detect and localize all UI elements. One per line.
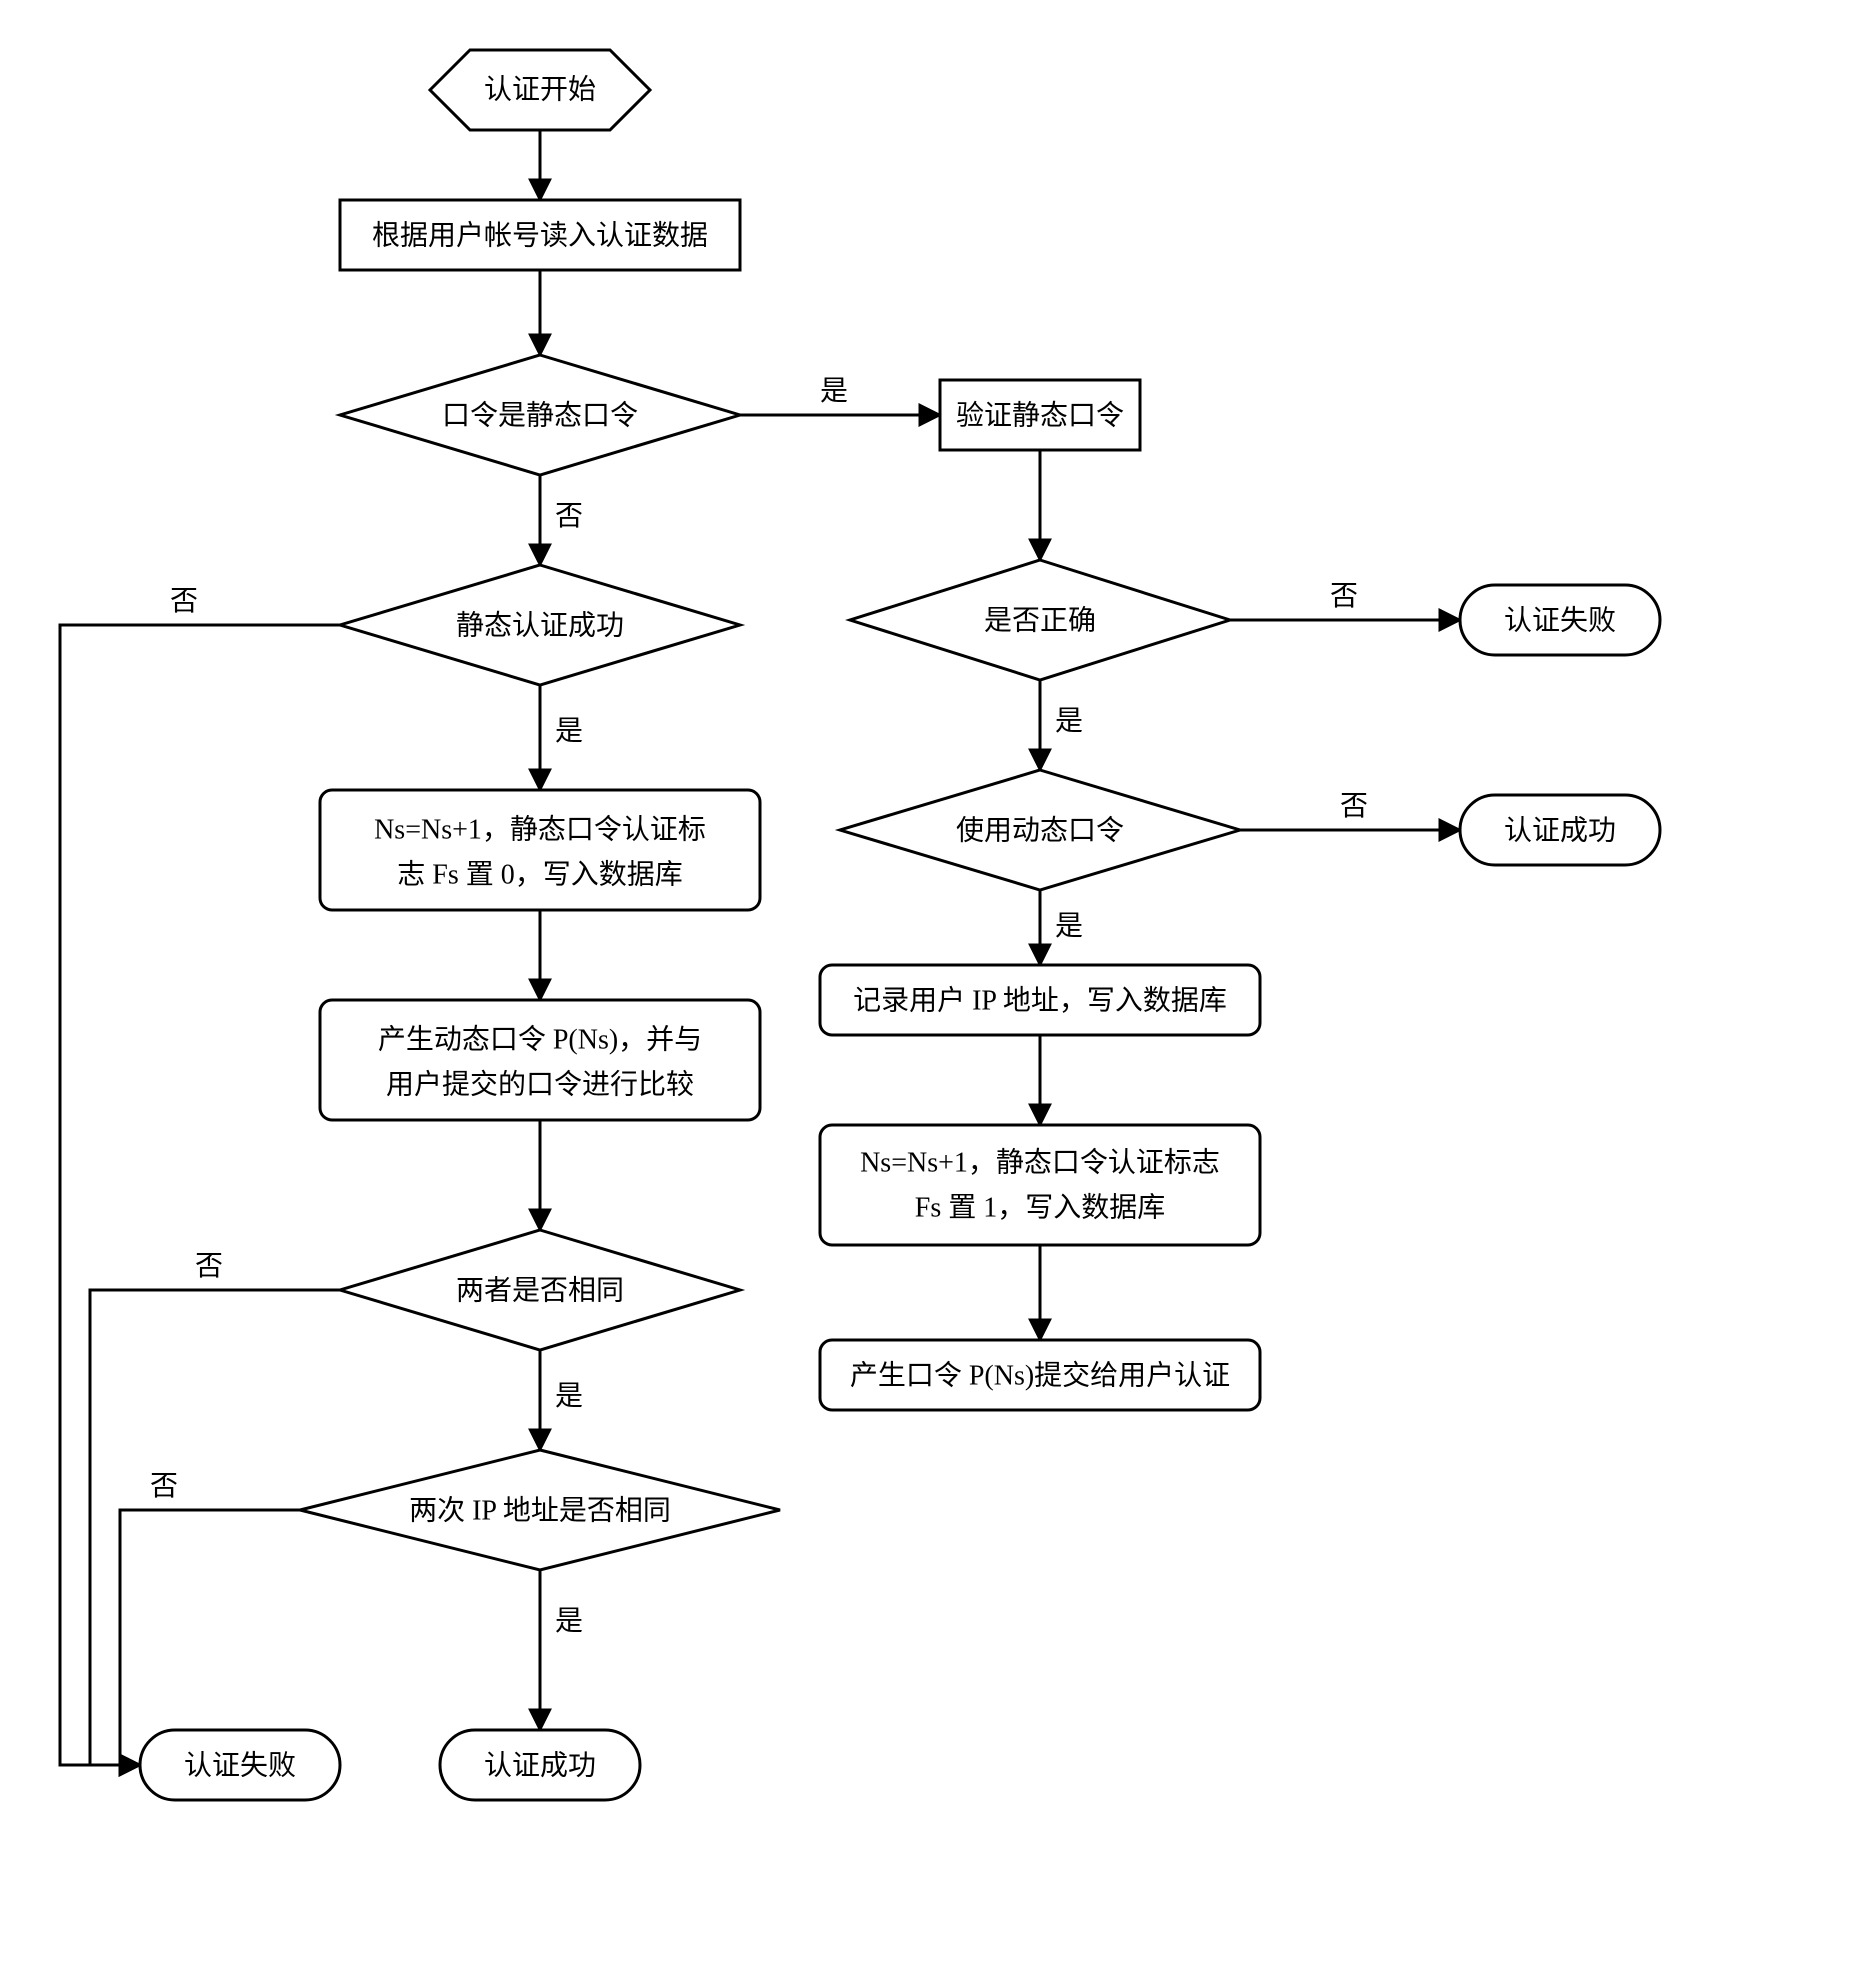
node-readData: 根据用户帐号读入认证数据 xyxy=(340,200,740,270)
node-isStaticPwd: 口令是静态口令 xyxy=(340,355,740,475)
verifyStatic-label: 验证静态口令 xyxy=(956,399,1124,431)
useDynamic-label: 使用动态口令 xyxy=(956,814,1124,846)
failTopRight-label: 认证失败 xyxy=(1504,604,1616,636)
edge-isCorrect-yes: 是 xyxy=(1055,706,1083,737)
edge-isStaticPwd-no: 否 xyxy=(555,501,583,532)
start-label: 认证开始 xyxy=(484,73,596,105)
recordIP-label: 记录用户 IP 地址，写入数据库 xyxy=(853,984,1227,1016)
node-nsFs0: Ns=Ns+1，静态口令认证标 志 Fs 置 0，写入数据库 xyxy=(320,790,760,910)
edge-sameBoth-yes: 是 xyxy=(555,1381,583,1412)
sameBoth-label: 两者是否相同 xyxy=(456,1274,624,1306)
edge-useDynamic-yes: 是 xyxy=(1055,911,1083,942)
successRight-label: 认证成功 xyxy=(1504,814,1616,846)
node-verifyStatic: 验证静态口令 xyxy=(940,380,1140,450)
genP-compare-label-2: 用户提交的口令进行比较 xyxy=(386,1068,694,1100)
edge-useDynamic-no: 否 xyxy=(1340,791,1368,822)
genP-compare-label-1: 产生动态口令 P(Ns)，并与 xyxy=(378,1023,702,1055)
nsFs1-label-2: Fs 置 1，写入数据库 xyxy=(915,1191,1165,1223)
node-start: 认证开始 xyxy=(430,50,650,130)
staticAuthOK-label: 静态认证成功 xyxy=(456,609,624,641)
genP-toUser-label: 产生口令 P(Ns)提交给用户认证 xyxy=(850,1359,1230,1391)
nsFs1-label-1: Ns=Ns+1，静态口令认证标志 xyxy=(860,1146,1220,1178)
nsFs0-label-2: 志 Fs 置 0，写入数据库 xyxy=(397,858,682,890)
failBottom-label: 认证失败 xyxy=(184,1749,296,1781)
node-isCorrect: 是否正确 xyxy=(850,560,1230,680)
node-sameBoth: 两者是否相同 xyxy=(340,1230,740,1350)
node-useDynamic: 使用动态口令 xyxy=(840,770,1240,890)
flowchart-canvas: 认证开始 根据用户帐号读入认证数据 口令是静态口令 是 否 验证静态口令 是否正… xyxy=(20,20,1820,1900)
edge-staticAuthOK-no: 否 xyxy=(170,586,198,617)
node-staticAuthOK: 静态认证成功 xyxy=(340,565,740,685)
edge-sameBoth-no: 否 xyxy=(195,1251,223,1282)
node-nsFs1: Ns=Ns+1，静态口令认证标志 Fs 置 1，写入数据库 xyxy=(820,1125,1260,1245)
node-successBottom: 认证成功 xyxy=(440,1730,640,1800)
node-recordIP: 记录用户 IP 地址，写入数据库 xyxy=(820,965,1260,1035)
edge-isStaticPwd-yes: 是 xyxy=(820,376,848,407)
edge-sameIP-yes: 是 xyxy=(555,1606,583,1637)
isStaticPwd-label: 口令是静态口令 xyxy=(442,399,638,431)
sameIP-label: 两次 IP 地址是否相同 xyxy=(409,1494,671,1526)
readData-label: 根据用户帐号读入认证数据 xyxy=(372,219,708,251)
edge-staticAuthOK-yes: 是 xyxy=(555,716,583,747)
node-failTopRight: 认证失败 xyxy=(1460,585,1660,655)
nsFs0-label-1: Ns=Ns+1，静态口令认证标 xyxy=(374,813,706,845)
node-genP-toUser: 产生口令 P(Ns)提交给用户认证 xyxy=(820,1340,1260,1410)
edge-isCorrect-no: 否 xyxy=(1330,581,1358,612)
successBottom-label: 认证成功 xyxy=(484,1749,596,1781)
node-successRight: 认证成功 xyxy=(1460,795,1660,865)
isCorrect-label: 是否正确 xyxy=(984,604,1096,636)
node-genP-compare: 产生动态口令 P(Ns)，并与 用户提交的口令进行比较 xyxy=(320,1000,760,1120)
node-failBottom: 认证失败 xyxy=(140,1730,340,1800)
edge-sameIP-no: 否 xyxy=(150,1471,178,1502)
node-sameIP: 两次 IP 地址是否相同 xyxy=(300,1450,780,1570)
